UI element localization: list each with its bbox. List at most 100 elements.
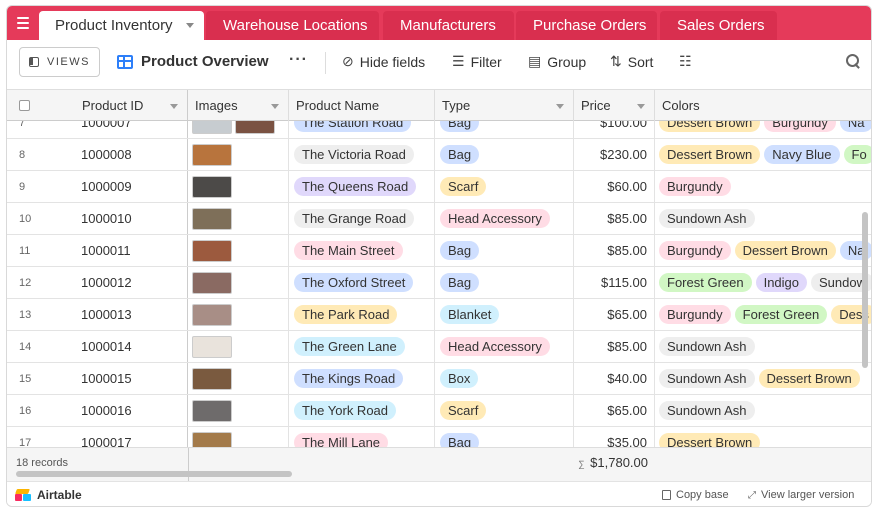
chevron-down-icon[interactable]: [637, 104, 645, 109]
column-header-images[interactable]: Images: [188, 90, 289, 121]
product-name-cell[interactable]: The Victoria Road: [289, 139, 435, 170]
colors-cell[interactable]: Sundown Ash: [655, 395, 871, 426]
table-row[interactable]: 7 1000007 The Station Road Bag $100.00 Desser…: [7, 121, 871, 139]
horizontal-scrollbar[interactable]: [16, 471, 292, 477]
product-id-cell[interactable]: 1000013: [75, 299, 188, 330]
type-cell[interactable]: Scarf: [435, 171, 574, 202]
colors-cell[interactable]: Dessert Brown Burgundy Na: [655, 121, 871, 138]
product-name-cell[interactable]: The Green Lane: [289, 331, 435, 362]
images-cell[interactable]: [188, 363, 289, 394]
table-row[interactable]: 8 1000008 The Victoria Road Bag $230.00 Desse…: [7, 139, 871, 171]
type-cell[interactable]: Bag: [435, 235, 574, 266]
product-thumbnail[interactable]: [235, 121, 275, 134]
product-thumbnail[interactable]: [192, 271, 232, 294]
chevron-down-icon[interactable]: [186, 23, 194, 28]
product-name-cell[interactable]: The Kings Road: [289, 363, 435, 394]
type-cell[interactable]: Box: [435, 363, 574, 394]
chevron-down-icon[interactable]: [170, 104, 178, 109]
images-cell[interactable]: [188, 121, 289, 138]
price-cell[interactable]: $100.00: [574, 121, 655, 138]
copy-base-link[interactable]: Copy base: [662, 489, 729, 501]
group-button[interactable]: ▤ Group: [528, 53, 586, 70]
images-cell[interactable]: [188, 299, 289, 330]
type-cell[interactable]: Head Accessory: [435, 331, 574, 362]
colors-cell[interactable]: Forest Green Indigo Sundow: [655, 267, 871, 298]
images-cell[interactable]: [188, 331, 289, 362]
price-cell[interactable]: $85.00: [574, 203, 655, 234]
table-row[interactable]: 11 1000011 The Main Street Bag $85.00 Burgund…: [7, 235, 871, 267]
view-larger-link[interactable]: ⤢ View larger version: [748, 489, 854, 501]
type-cell[interactable]: Blanket: [435, 299, 574, 330]
product-id-cell[interactable]: 1000011: [75, 235, 188, 266]
product-thumbnail[interactable]: [192, 175, 232, 198]
row-height-button[interactable]: ☷: [679, 53, 692, 70]
chevron-down-icon[interactable]: [271, 104, 279, 109]
colors-cell[interactable]: Sundown Ash Dessert Brown: [655, 363, 871, 394]
vertical-scrollbar[interactable]: [862, 212, 868, 368]
tab-sales-orders[interactable]: Sales Orders: [660, 11, 777, 40]
price-cell[interactable]: $85.00: [574, 235, 655, 266]
table-row[interactable]: 13 1000013 The Park Road Blanket $65.00 Burgu…: [7, 299, 871, 331]
search-icon[interactable]: [845, 53, 861, 69]
chevron-down-icon[interactable]: [556, 104, 564, 109]
product-id-cell[interactable]: 1000008: [75, 139, 188, 170]
product-name-cell[interactable]: The York Road: [289, 395, 435, 426]
colors-cell[interactable]: Burgundy: [655, 171, 871, 202]
product-name-cell[interactable]: The Main Street: [289, 235, 435, 266]
colors-cell[interactable]: Sundown Ash: [655, 203, 871, 234]
product-id-cell[interactable]: 1000015: [75, 363, 188, 394]
tab-warehouse-locations[interactable]: Warehouse Locations: [206, 11, 379, 40]
column-header-price[interactable]: Price: [574, 90, 655, 121]
product-thumbnail[interactable]: [192, 207, 232, 230]
product-id-cell[interactable]: 1000007: [75, 121, 188, 138]
sort-button[interactable]: ⇅ Sort: [610, 53, 653, 70]
view-switcher[interactable]: Product Overview: [117, 53, 269, 70]
column-header-product-id[interactable]: Product ID: [75, 90, 188, 121]
images-cell[interactable]: [188, 395, 289, 426]
column-header-colors[interactable]: Colors: [655, 90, 871, 121]
product-thumbnail[interactable]: [192, 399, 232, 422]
price-cell[interactable]: $230.00: [574, 139, 655, 170]
product-id-cell[interactable]: 1000014: [75, 331, 188, 362]
tab-manufacturers[interactable]: Manufacturers: [383, 11, 514, 40]
product-id-cell[interactable]: 1000012: [75, 267, 188, 298]
type-cell[interactable]: Scarf: [435, 395, 574, 426]
price-sum[interactable]: ∑ $1,780.00: [574, 455, 655, 470]
hide-fields-button[interactable]: ⊘ Hide fields: [342, 53, 425, 70]
product-name-cell[interactable]: The Queens Road: [289, 171, 435, 202]
column-header-product-name[interactable]: Product Name: [289, 90, 435, 121]
tab-product-inventory[interactable]: Product Inventory: [39, 11, 204, 40]
images-cell[interactable]: [188, 171, 289, 202]
images-cell[interactable]: [188, 139, 289, 170]
product-thumbnail[interactable]: [192, 367, 232, 390]
views-button[interactable]: VIEWS: [19, 47, 100, 77]
type-cell[interactable]: Head Accessory: [435, 203, 574, 234]
product-thumbnail[interactable]: [192, 335, 232, 358]
price-cell[interactable]: $60.00: [574, 171, 655, 202]
type-cell[interactable]: Bag: [435, 139, 574, 170]
colors-cell[interactable]: Burgundy Dessert Brown Na: [655, 235, 871, 266]
table-row[interactable]: 9 1000009 The Queens Road Scarf $60.00 Burgun…: [7, 171, 871, 203]
product-name-cell[interactable]: The Station Road: [289, 121, 435, 138]
price-cell[interactable]: $40.00: [574, 363, 655, 394]
images-cell[interactable]: [188, 203, 289, 234]
tab-purchase-orders[interactable]: Purchase Orders: [516, 11, 657, 40]
type-cell[interactable]: Bag: [435, 121, 574, 138]
product-name-cell[interactable]: The Oxford Street: [289, 267, 435, 298]
more-options-button[interactable]: ···: [289, 51, 308, 69]
price-cell[interactable]: $85.00: [574, 331, 655, 362]
product-thumbnail[interactable]: [192, 303, 232, 326]
table-row[interactable]: 15 1000015 The Kings Road Box $40.00 Sundown …: [7, 363, 871, 395]
product-thumbnail[interactable]: [192, 143, 232, 166]
product-name-cell[interactable]: The Grange Road: [289, 203, 435, 234]
product-id-cell[interactable]: 1000016: [75, 395, 188, 426]
filter-button[interactable]: ☰ Filter: [452, 53, 502, 70]
table-row[interactable]: 12 1000012 The Oxford Street Bag $115.00 Fore…: [7, 267, 871, 299]
product-id-cell[interactable]: 1000009: [75, 171, 188, 202]
product-thumbnail[interactable]: [192, 121, 232, 134]
select-all-checkbox[interactable]: [19, 100, 30, 111]
colors-cell[interactable]: Burgundy Forest Green Dess: [655, 299, 871, 330]
images-cell[interactable]: [188, 235, 289, 266]
product-id-cell[interactable]: 1000010: [75, 203, 188, 234]
type-cell[interactable]: Bag: [435, 267, 574, 298]
